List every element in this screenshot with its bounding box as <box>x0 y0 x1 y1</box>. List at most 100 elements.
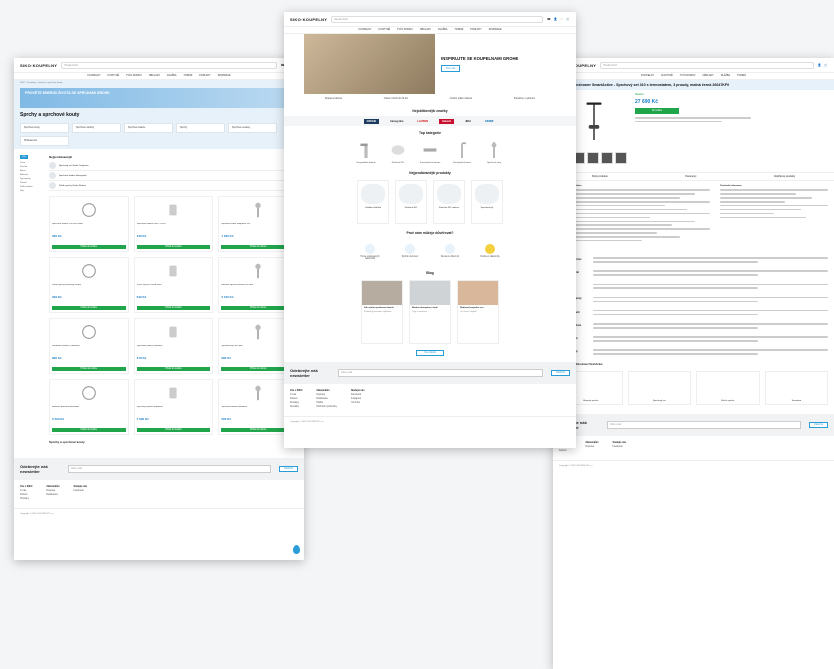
filter-toggle[interactable]: Filtr <box>20 155 28 159</box>
add-to-cart-button[interactable]: Přidat do košíku <box>52 428 126 432</box>
top-seller-row[interactable]: Držák sprchy Grohe Relexa Do košíku <box>49 181 298 191</box>
product-card[interactable]: Sprchová hadice Flex 175 cm 449 Kč Přidat … <box>133 196 214 252</box>
category-tile[interactable]: Termostatické baterie <box>419 140 441 164</box>
newsletter-email-input[interactable]: Váš e-mail <box>68 465 272 473</box>
subcategory-chip[interactable]: Sprchové sestavy <box>228 123 277 133</box>
brand-logo[interactable]: hansgrohe <box>387 119 406 124</box>
product-card[interactable]: Sprchový systém Euphoria 7 990 Kč Přidat d… <box>133 379 214 435</box>
product-card[interactable]: Sprchová hadice 150 cm chrom 399 Kč Přidat… <box>49 196 129 252</box>
footer-link[interactable]: YouTube <box>351 402 365 404</box>
tab-parameters[interactable]: Parametry <box>685 175 696 178</box>
cart-icon[interactable]: 🛒 <box>824 63 828 67</box>
filter-item[interactable]: Barva <box>20 170 44 172</box>
heart-icon[interactable]: ♡ <box>561 17 564 21</box>
series-product-card[interactable]: Ruční sprcha <box>696 371 760 406</box>
product-card[interactable]: Ovládací tlačítko <box>357 180 389 224</box>
top-seller-row[interactable]: Sprchový set Grohe Tempesta Do košíku <box>49 161 298 171</box>
user-icon[interactable]: 👤 <box>554 17 558 21</box>
footer-link[interactable]: Kariéra <box>20 494 32 496</box>
footer-link[interactable]: Prodejny <box>20 498 32 500</box>
add-to-cart-button[interactable]: Přidat do košíku <box>136 428 211 432</box>
search-input[interactable]: Hledat zboží <box>600 61 814 69</box>
product-name[interactable]: Sprchová hadice Silverflex <box>137 345 211 354</box>
add-to-cart-button[interactable]: Přidat do košíku <box>52 306 126 310</box>
footer-link[interactable]: Facebook <box>613 446 627 448</box>
hero-banner[interactable]: INSPIRUJTE SE KOUPELNAMI GROHE Více info <box>304 34 556 94</box>
blog-post-card[interactable]: Rodinná koupelna snů Co nesmí chybět <box>457 280 499 344</box>
category-tile[interactable]: Umyvadlové baterie <box>355 140 377 164</box>
product-name[interactable]: Nástěnné kolínko s držákem <box>52 345 126 354</box>
hero-button[interactable]: Více info <box>441 65 461 72</box>
tab-accessories[interactable]: Doplňkové produkty <box>774 175 795 178</box>
footer-link[interactable]: O nás <box>20 490 32 492</box>
footer-link[interactable]: Kariéra <box>559 450 571 452</box>
gallery-thumbnail[interactable] <box>615 152 627 164</box>
nav-item[interactable]: Tvůj Domov <box>680 73 696 79</box>
product-name[interactable]: Sprchová hadice Flex 175 cm <box>137 223 211 232</box>
product-name[interactable]: Sprchová hadice 150 cm chrom <box>52 223 126 232</box>
footer-link[interactable]: Prodejny <box>290 402 302 404</box>
subcategory-chip[interactable]: Příslušenství <box>20 136 69 146</box>
filter-item[interactable]: Styl <box>20 190 44 192</box>
more-articles-button[interactable]: Více článků <box>416 350 444 356</box>
newsletter-subscribe-button[interactable]: Odebírat <box>551 370 570 376</box>
nav-item[interactable]: Podlahy <box>470 27 481 33</box>
filter-item[interactable]: Značka <box>20 166 44 168</box>
add-to-cart-button[interactable]: Do košíku <box>635 108 679 114</box>
footer-link[interactable]: Reklamace <box>316 398 337 400</box>
newsletter-subscribe-button[interactable]: Odebírat <box>809 422 828 429</box>
nav-item[interactable]: Kuchyně <box>661 73 673 79</box>
nav-item[interactable]: Topení <box>737 73 746 79</box>
category-tile[interactable]: Kuchyňské baterie <box>451 140 473 164</box>
nav-item[interactable]: Dlažba <box>167 73 176 79</box>
brand-logo[interactable]: KERMI <box>482 119 496 124</box>
product-card[interactable]: Ruční sprcha Vitalio Start 549 Kč Přidat d… <box>133 257 214 313</box>
nav-item[interactable]: Tvůj Domov <box>397 27 413 33</box>
add-to-cart-button[interactable]: Přidat do košíku <box>136 306 211 310</box>
blog-post-card[interactable]: Moderní koupelna v bytě Tipy a inspirace <box>409 280 451 344</box>
add-to-cart-button[interactable]: Přidat do košíku <box>136 245 211 249</box>
footer-link[interactable]: Obchodní podmínky <box>316 406 337 408</box>
newsletter-email-input[interactable]: Váš e-mail <box>607 421 802 430</box>
subcategory-chip[interactable]: Sprchové baterie <box>124 123 173 133</box>
nav-item[interactable]: Tvůj Domov <box>126 73 142 79</box>
search-input[interactable]: Hledat zboží <box>331 15 544 23</box>
product-name[interactable]: Držák sprchy nástěnný chrom <box>52 284 126 293</box>
nav-item[interactable]: Kuchyně <box>378 27 390 33</box>
nav-item[interactable]: Obklady <box>420 27 431 33</box>
nav-item[interactable]: Koupelny <box>87 73 100 79</box>
filter-item[interactable]: Cena <box>20 162 44 164</box>
add-to-cart-button[interactable]: Přidat do košíku <box>136 367 211 371</box>
nav-item[interactable]: Topení <box>183 73 192 79</box>
gallery-thumbnail[interactable] <box>601 152 613 164</box>
nav-item[interactable]: Koupelny <box>358 27 371 33</box>
category-tile[interactable]: Závěsná WC <box>387 140 409 164</box>
newsletter-subscribe-button[interactable]: Odebírat <box>279 466 298 472</box>
product-card[interactable]: Sprchová hadice Silverflex 479 Kč Přidat d… <box>133 318 214 374</box>
footer-link[interactable]: Doprava <box>316 394 337 396</box>
newsletter-email-input[interactable]: Váš e-mail <box>338 369 544 377</box>
footer-link[interactable]: Reklamace <box>46 494 59 496</box>
top-seller-row[interactable]: Sprchová hadice Hansgrohe Do košíku <box>49 171 298 181</box>
brand-logo[interactable]: LAUFEN <box>414 119 431 124</box>
footer-link[interactable]: Facebook <box>351 394 365 396</box>
product-card[interactable]: Hlavová sprcha Rainshower 3 490 Kč Přidat … <box>49 379 129 435</box>
nav-item[interactable]: Dlažba <box>721 73 730 79</box>
footer-link[interactable]: Platba <box>316 402 337 404</box>
nav-item[interactable]: Dlažba <box>438 27 447 33</box>
nav-item[interactable]: Koupelny <box>641 73 654 79</box>
site-logo[interactable]: SIKO·KOUPELNY <box>290 17 327 22</box>
subcategory-chip[interactable]: Sprchy <box>176 123 225 133</box>
site-logo[interactable]: SIKO·KOUPELNY <box>20 63 57 68</box>
series-product-card[interactable]: Termostat <box>764 371 828 406</box>
add-to-cart-button[interactable]: Přidat do košíku <box>52 245 126 249</box>
user-icon[interactable]: 👤 <box>818 63 822 67</box>
nav-item[interactable]: Obklady <box>149 73 160 79</box>
nav-item[interactable]: Inspirace <box>489 27 502 33</box>
product-card[interactable]: Sprchová tyč <box>471 180 503 224</box>
water-drop-icon[interactable] <box>293 545 300 554</box>
product-name[interactable]: Ruční sprcha Vitalio Start <box>137 284 211 293</box>
nav-item[interactable]: Kuchyně <box>107 73 119 79</box>
product-card[interactable]: Závěsné WC <box>395 180 427 224</box>
product-name[interactable]: Hlavová sprcha Rainshower <box>52 406 126 415</box>
